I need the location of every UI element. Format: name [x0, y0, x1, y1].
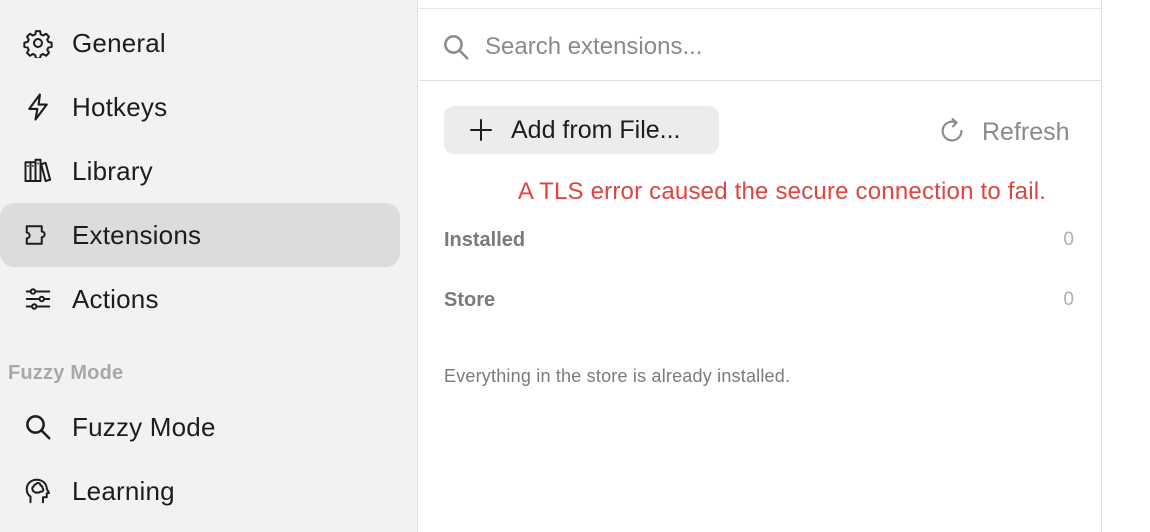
- sidebar-item-label: Fuzzy Mode: [72, 411, 216, 442]
- sidebar-item-label: General: [72, 27, 166, 58]
- sidebar-item-fuzzy-mode[interactable]: Fuzzy Mode: [0, 395, 400, 459]
- section-count: 0: [1063, 289, 1074, 310]
- books-icon: [21, 154, 55, 188]
- refresh-label: Refresh: [982, 117, 1070, 146]
- add-button-label: Add from File...: [511, 115, 681, 144]
- puzzle-icon: [21, 218, 55, 252]
- gear-icon: [21, 26, 55, 60]
- section-title: Installed: [444, 229, 526, 251]
- sidebar-item-extensions[interactable]: Extensions: [0, 203, 400, 267]
- extensions-panel: Add from File... Refresh A TLS error cau…: [419, 0, 1101, 532]
- bolt-icon: [21, 90, 55, 124]
- refresh-button[interactable]: Refresh: [937, 112, 1082, 152]
- empty-store-note: Everything in the store is already insta…: [444, 366, 791, 386]
- refresh-icon: [937, 116, 967, 146]
- sidebar-item-label: Extensions: [72, 219, 202, 250]
- divider: [419, 80, 1101, 81]
- search-icon: [441, 32, 471, 62]
- divider: [419, 8, 1101, 9]
- detail-pane: [1101, 0, 1150, 532]
- sidebar-item-label: Learning: [72, 475, 175, 506]
- sidebar-item-general[interactable]: General: [0, 11, 400, 75]
- brain-icon: [21, 474, 55, 508]
- sliders-icon: [21, 282, 55, 316]
- add-from-file-button[interactable]: Add from File...: [444, 106, 719, 154]
- section-store: Store 0: [444, 286, 1074, 316]
- section-count: 0: [1063, 229, 1074, 250]
- sidebar-item-hotkeys[interactable]: Hotkeys: [0, 75, 400, 139]
- section-title: Store: [444, 289, 496, 311]
- plus-icon: [469, 118, 493, 142]
- section-installed: Installed 0: [444, 226, 1074, 256]
- sidebar-item-learning[interactable]: Learning: [0, 459, 400, 523]
- sidebar-item-label: Actions: [72, 283, 159, 314]
- sidebar-section-title: Fuzzy Mode: [8, 362, 124, 384]
- sidebar-item-label: Library: [72, 155, 153, 186]
- sidebar: General Hotkeys Library Extensions Actio…: [0, 0, 418, 532]
- sidebar-item-label: Hotkeys: [72, 91, 168, 122]
- error-message: A TLS error caused the secure connection…: [517, 178, 1047, 205]
- sidebar-item-library[interactable]: Library: [0, 139, 400, 203]
- sidebar-item-actions[interactable]: Actions: [0, 267, 400, 331]
- search-icon: [21, 410, 55, 444]
- search-input[interactable]: [485, 26, 1065, 68]
